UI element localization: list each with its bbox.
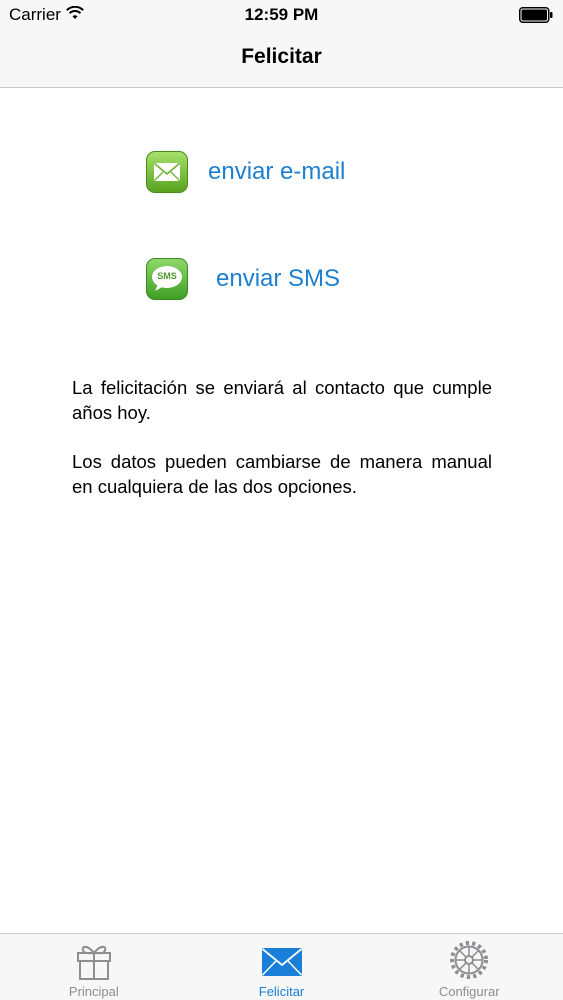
send-email-label: enviar e-mail xyxy=(208,158,346,185)
info-paragraph-recipient: La felicitación se enviará al contacto q… xyxy=(72,377,492,423)
navigation-bar: Felicitar xyxy=(0,30,563,88)
clock: 12:59 PM xyxy=(244,5,319,24)
status-bar: Carrier 12:59 PM xyxy=(0,0,563,30)
tab-configurar[interactable]: Configurar xyxy=(375,934,563,1000)
tab-label: Principal xyxy=(68,984,119,999)
tab-label: Felicitar xyxy=(258,984,305,999)
gift-icon xyxy=(74,939,114,986)
page-title: Felicitar xyxy=(241,45,322,68)
tab-felicitar[interactable]: Felicitar xyxy=(188,934,376,1000)
send-sms-label: enviar SMS xyxy=(216,265,341,292)
tab-principal[interactable]: Principal xyxy=(0,934,188,1000)
send-sms-button[interactable]: SMS enviar SMS xyxy=(146,258,340,300)
gear-icon xyxy=(448,939,490,986)
tab-label: Configurar xyxy=(438,984,500,999)
tab-bar: Principal Felicitar Configurar xyxy=(0,933,563,1000)
envelope-icon xyxy=(260,939,304,986)
info-paragraph-editable: Los datos pueden cambiarse de manera man… xyxy=(72,451,492,497)
sms-icon: SMS xyxy=(146,258,188,300)
send-email-button[interactable]: enviar e-mail xyxy=(146,151,345,193)
mail-icon xyxy=(146,151,188,193)
battery-icon xyxy=(519,7,553,28)
sms-icon-text: SMS xyxy=(157,271,177,281)
